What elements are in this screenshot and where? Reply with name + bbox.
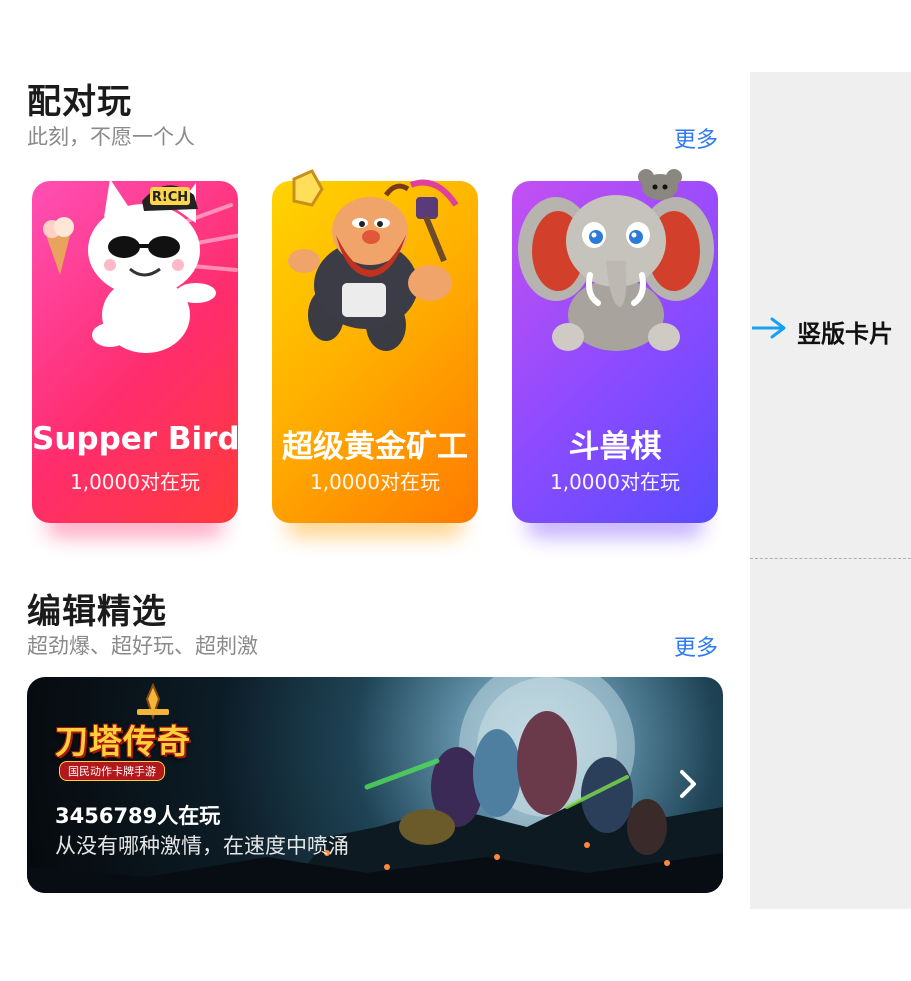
game-card-animal-chess[interactable]: 斗兽棋 1,0000对在玩 bbox=[512, 169, 718, 537]
game-card-name: 超级黄金矿工 bbox=[282, 429, 468, 465]
editor-section-title: 编辑精选 bbox=[27, 592, 167, 632]
game-card-name: Supper Bird bbox=[32, 421, 240, 457]
banner-slogan: 从没有哪种激情，在速度中喷涌 bbox=[55, 834, 349, 858]
cap-badge-text: R!CH bbox=[152, 190, 188, 205]
featured-game-banner[interactable]: 刀塔传奇 国民动作卡牌手游 3456789人在玩 从没有哪种激情，在速度中喷涌 bbox=[27, 677, 723, 893]
dwarf-miner-character-icon bbox=[288, 169, 459, 351]
game-card-count: 1,0000对在玩 bbox=[550, 470, 680, 494]
game-card-gold-miner[interactable]: 超级黄金矿工 1,0000对在玩 bbox=[272, 169, 478, 537]
game-logo-text: 刀塔传奇 bbox=[55, 722, 191, 761]
game-card-count: 1,0000对在玩 bbox=[310, 470, 440, 494]
game-logo-tagline: 国民动作卡牌手游 bbox=[59, 761, 165, 781]
chevron-right-icon[interactable] bbox=[675, 767, 701, 801]
elephant-mouse-character-icon bbox=[518, 169, 714, 351]
editor-section-subtitle: 超劲爆、超好玩、超刺激 bbox=[27, 634, 258, 658]
annotation-label: 竖版卡片 bbox=[797, 320, 893, 348]
white-cat-character-icon: R!CH bbox=[43, 179, 243, 353]
pair-section-subtitle: 此刻，不愿一个人 bbox=[27, 125, 195, 149]
game-card-supper-bird[interactable]: R!CH Supper Bird 1,0000对在玩 bbox=[32, 179, 243, 537]
game-card-name: 斗兽棋 bbox=[568, 429, 662, 465]
editor-more-link[interactable]: 更多 bbox=[674, 630, 718, 662]
arrow-right-icon bbox=[752, 317, 786, 339]
annotation-panel bbox=[750, 72, 911, 909]
banner-player-count: 3456789人在玩 bbox=[55, 804, 221, 828]
pair-more-link[interactable]: 更多 bbox=[674, 122, 718, 154]
pair-section-title: 配对玩 bbox=[27, 82, 132, 122]
annotation-divider bbox=[750, 558, 911, 559]
game-card-count: 1,0000对在玩 bbox=[70, 470, 200, 494]
